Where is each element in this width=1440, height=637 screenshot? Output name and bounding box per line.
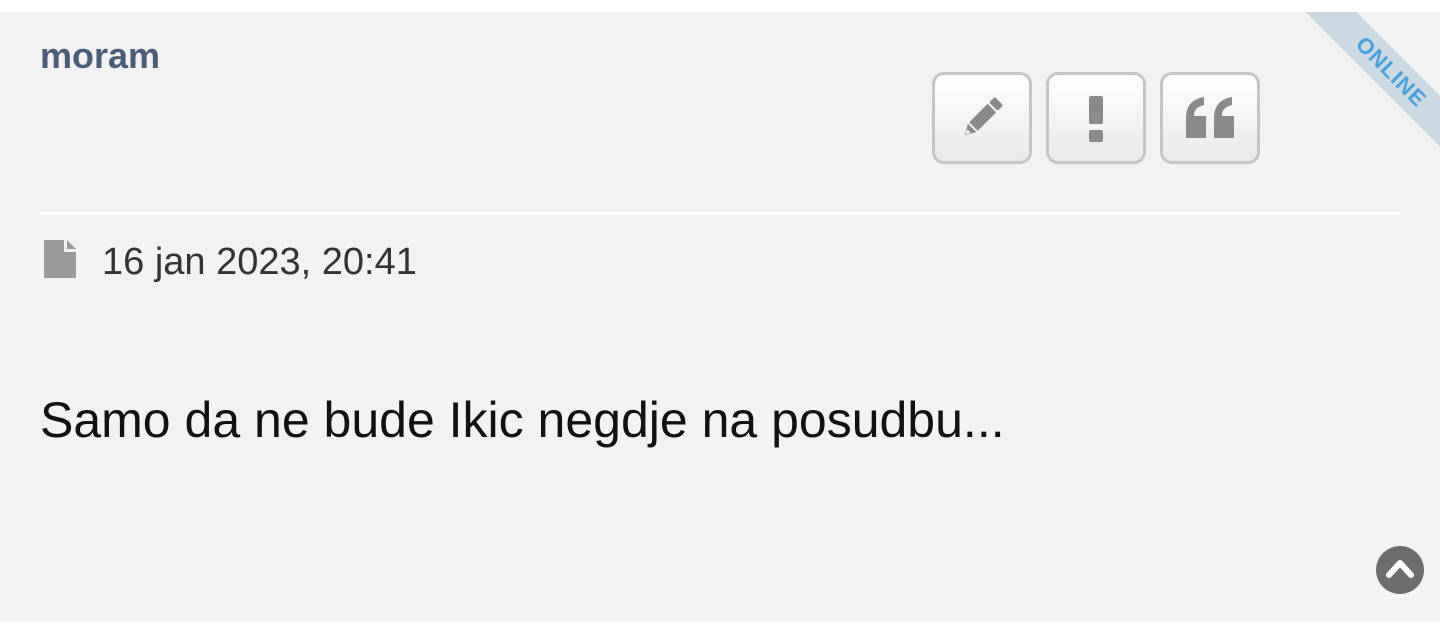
post-meta: 16 jan 2023, 20:41	[42, 238, 417, 285]
quote-icon	[1182, 94, 1238, 142]
exclamation-icon	[1084, 92, 1108, 144]
post-content: Samo da ne bude Ikic negdje na posudbu..…	[40, 392, 1005, 448]
header-divider	[40, 212, 1400, 215]
chevron-up-icon	[1385, 557, 1415, 584]
edit-button[interactable]	[932, 72, 1032, 164]
post-actions	[932, 72, 1260, 164]
pencil-icon	[956, 92, 1008, 144]
quote-button[interactable]	[1160, 72, 1260, 164]
post-author[interactable]: moram	[40, 36, 160, 76]
report-button[interactable]	[1046, 72, 1146, 164]
online-status-ribbon: ONLINE	[1304, 12, 1440, 159]
post-card: moram ONLINE 16 jan 2023, 20:41 Samo da …	[0, 12, 1440, 622]
scroll-to-top-button[interactable]	[1376, 546, 1424, 594]
post-timestamp[interactable]: 16 jan 2023, 20:41	[102, 240, 417, 284]
file-icon	[42, 238, 78, 285]
